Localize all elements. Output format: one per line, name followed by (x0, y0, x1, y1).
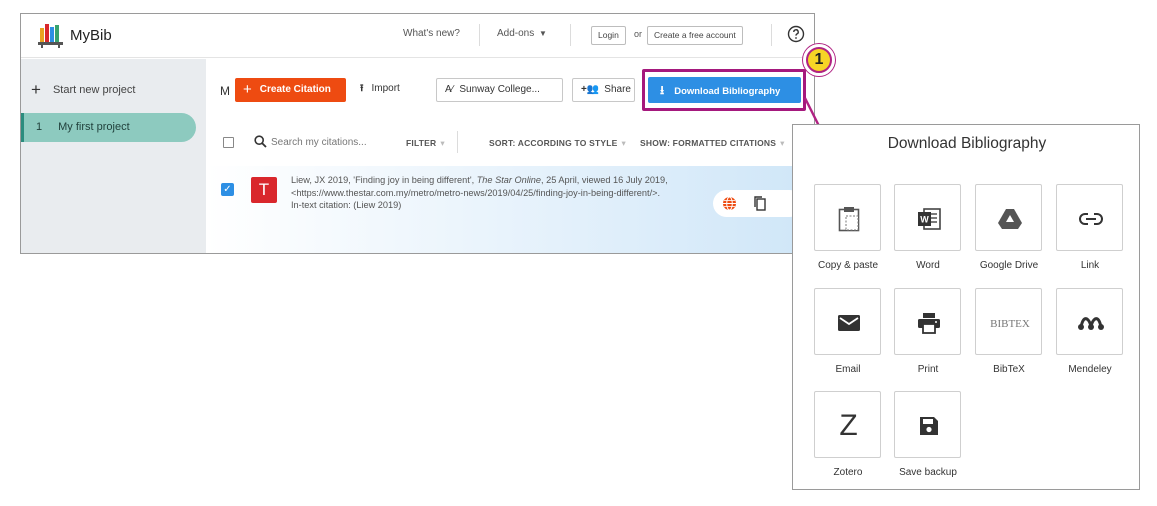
in-text-citation: In-text citation: (Liew 2019) (291, 200, 402, 210)
step-marker: 1 (803, 44, 835, 76)
citation-actions: ⋮ (713, 190, 803, 217)
word-icon: W (917, 207, 941, 230)
download-icon: ⭳ (660, 83, 665, 97)
print-option[interactable] (894, 288, 961, 355)
clipboard-icon (838, 206, 859, 231)
caret-down-icon: ▼ (539, 29, 547, 38)
plus-icon: + (31, 80, 41, 99)
brand-name[interactable]: MyBib (70, 27, 112, 44)
copy-paste-option[interactable] (814, 184, 881, 251)
word-label: Word (916, 260, 940, 271)
step-number: 1 (808, 49, 830, 71)
help-icon[interactable] (787, 25, 805, 43)
download-label: Download Bibliography (674, 86, 781, 97)
mybib-logo-icon (38, 24, 63, 48)
or-text: or (634, 29, 643, 39)
save-backup-label: Save backup (899, 467, 957, 478)
project-number: 1 (36, 121, 43, 133)
sort-dropdown[interactable]: SORT: ACCORDING TO STYLE ▾ (489, 138, 626, 149)
source-type-badge: T (251, 177, 277, 203)
plus-icon: + (243, 81, 252, 98)
divider (479, 24, 480, 46)
mendeley-icon (1077, 316, 1104, 330)
project-title-truncated: M (220, 84, 230, 98)
show-label: SHOW: FORMATTED CITATIONS (640, 138, 777, 148)
link-icon (1078, 212, 1103, 225)
svg-text:BIBTEX: BIBTEX (990, 318, 1030, 330)
mendeley-label: Mendeley (1068, 364, 1112, 375)
create-account-button[interactable]: Create a free account (647, 26, 743, 45)
bibtex-option[interactable]: BIBTEX (975, 288, 1042, 355)
show-dropdown[interactable]: SHOW: FORMATTED CITATIONS ▾ (640, 138, 785, 149)
download-bibliography-button[interactable]: ⭳ Download Bibliography (648, 77, 801, 103)
citation-text: Liew, JX 2019, 'Finding joy in being dif… (291, 174, 711, 212)
zotero-label: Zotero (833, 467, 863, 478)
caret-down-icon: ▾ (621, 138, 626, 148)
zotero-option[interactable]: Z (814, 391, 881, 458)
filter-label: FILTER (406, 138, 437, 148)
filter-dropdown[interactable]: FILTER ▾ (406, 138, 445, 149)
citation-checkbox[interactable]: ✓ (221, 183, 234, 196)
caret-down-icon: ▾ (440, 138, 445, 148)
popup-title: Download Bibliography (887, 135, 1047, 152)
link-option[interactable] (1056, 184, 1123, 251)
search-icon (254, 135, 267, 148)
start-new-label: Start new project (52, 84, 136, 96)
divider (771, 24, 772, 46)
import-label: Import (371, 83, 400, 94)
word-option[interactable]: W (894, 184, 961, 251)
create-citation-label: Create Citation (259, 84, 331, 95)
email-icon (837, 314, 860, 331)
top-bar: MyBib What's new? Add-ons ▼ Login or Cre… (21, 14, 814, 58)
email-option[interactable] (814, 288, 881, 355)
google-drive-icon (997, 208, 1022, 229)
caret-down-icon: ▾ (780, 138, 785, 148)
print-label: Print (917, 364, 939, 375)
project-name: My first project (58, 121, 130, 133)
globe-icon[interactable] (722, 196, 737, 211)
share-label: Share (604, 84, 631, 95)
spell-check-icon: A∕ (445, 84, 454, 95)
bibtex-label: BibTeX (993, 364, 1025, 375)
save-backup-option[interactable] (894, 391, 961, 458)
download-bibliography-popup: Download Bibliography Copy & paste W Wor… (792, 124, 1140, 490)
addons-label: Add-ons (497, 28, 535, 39)
share-button[interactable]: +👥 Share (572, 78, 635, 102)
floppy-disk-icon (919, 416, 938, 435)
divider (457, 131, 458, 153)
copy-paste-label: Copy & paste (817, 260, 879, 271)
add-person-icon: +👥 (581, 84, 600, 95)
copy-icon[interactable] (753, 196, 767, 211)
sidebar-item-project[interactable]: 1 My first project (21, 113, 196, 142)
whats-new-link[interactable]: What's new? (403, 28, 460, 39)
citation-source: The Star Online (476, 175, 542, 185)
printer-icon (917, 312, 940, 334)
citation-style-button[interactable]: A∕ Sunway College... (436, 78, 563, 102)
start-new-project-button[interactable]: + Start new project (31, 80, 135, 100)
select-all-checkbox[interactable] (223, 137, 234, 148)
google-drive-label: Google Drive (979, 260, 1039, 271)
email-label: Email (835, 364, 861, 375)
import-button[interactable]: ⭱ Import (352, 78, 430, 102)
mendeley-option[interactable] (1056, 288, 1123, 355)
sort-label: SORT: ACCORDING TO STYLE (489, 138, 618, 148)
zotero-icon: Z (839, 408, 858, 442)
create-citation-button[interactable]: + Create Citation (235, 78, 346, 102)
style-label: Sunway College... (459, 84, 540, 95)
citation-reference-start: Liew, JX 2019, 'Finding joy in being dif… (291, 175, 477, 185)
sidebar: + Start new project 1 My first project (21, 59, 206, 253)
login-button[interactable]: Login (591, 26, 626, 45)
upload-icon: ⭱ (360, 83, 364, 94)
divider (570, 24, 571, 46)
link-label: Link (1080, 260, 1100, 271)
app-window: MyBib What's new? Add-ons ▼ Login or Cre… (20, 13, 815, 254)
search-input[interactable]: Search my citations... (271, 137, 367, 148)
addons-menu[interactable]: Add-ons ▼ (497, 28, 547, 39)
google-drive-option[interactable] (975, 184, 1042, 251)
svg-text:W: W (920, 214, 929, 224)
bibtex-icon: BIBTEX (990, 318, 1030, 330)
